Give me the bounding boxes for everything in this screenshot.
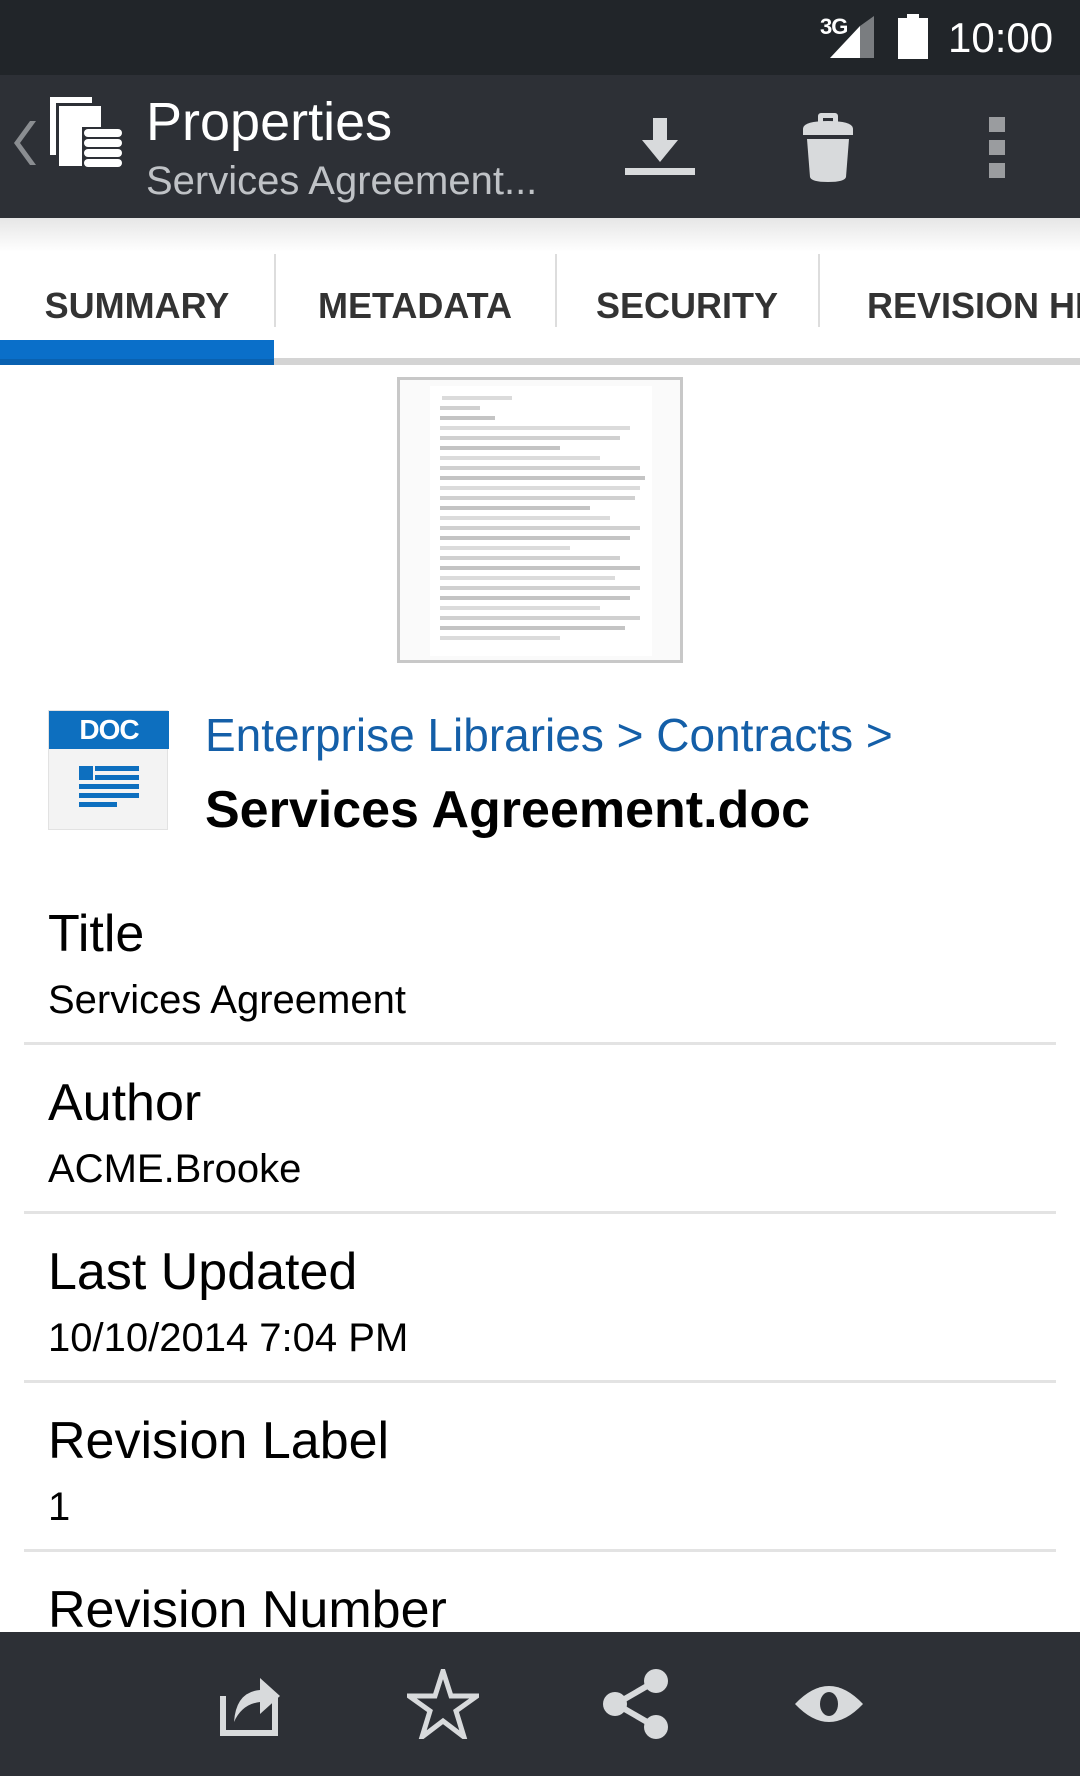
- clock: 10:00: [948, 14, 1054, 61]
- download-button[interactable]: [615, 103, 705, 193]
- thumbnail-text-line: [440, 616, 640, 620]
- properties-screen: 3G 10:00 Properties Services Agreement..…: [0, 0, 1080, 1776]
- thumbnail-text-line: [440, 456, 600, 460]
- tab-security[interactable]: SECURITY: [556, 254, 818, 358]
- document-filename: Services Agreement.doc: [205, 781, 811, 839]
- property-label: Author: [48, 1074, 202, 1132]
- tab-metadata[interactable]: METADATA: [275, 254, 555, 358]
- status-bar: 3G 10:00: [0, 0, 1080, 75]
- thumbnail-text-line: [440, 526, 640, 530]
- back-chevron-icon[interactable]: [10, 117, 36, 169]
- divider: [24, 1211, 1056, 1214]
- share-button[interactable]: [591, 1664, 681, 1744]
- eye-icon: [795, 1686, 863, 1722]
- doc-file-icon: DOC: [48, 710, 169, 830]
- breadcrumb: Enterprise Libraries > Contracts >: [205, 708, 893, 762]
- active-tab-indicator: [0, 340, 274, 365]
- thumbnail-text-line: [440, 516, 610, 520]
- thumbnail-text-line: [440, 506, 590, 510]
- thumbnail-text-line: [440, 596, 630, 600]
- delete-button[interactable]: [783, 103, 873, 193]
- thumbnail-text-line: [440, 486, 640, 490]
- thumbnail-text-line: [440, 556, 620, 560]
- thumbnail-text-line: [440, 496, 635, 500]
- property-value: Services Agreement: [48, 978, 406, 1022]
- thumbnail-text-line: [440, 476, 645, 480]
- divider: [24, 1549, 1056, 1552]
- breadcrumb-contracts[interactable]: Contracts: [656, 709, 853, 761]
- star-icon: [407, 1669, 479, 1739]
- thumbnail-page: [430, 386, 652, 656]
- thumbnail-text-line: [440, 566, 640, 570]
- open-in-button[interactable]: [205, 1664, 295, 1744]
- breadcrumb-enterprise-libraries[interactable]: Enterprise Libraries: [205, 709, 604, 761]
- tab-bar-shadow: [0, 218, 1080, 252]
- thumbnail-text-line: [440, 546, 570, 550]
- thumbnail-text-line: [440, 586, 640, 590]
- open-in-icon: [220, 1678, 280, 1736]
- divider: [24, 1380, 1056, 1383]
- bottom-action-bar: [0, 1632, 1080, 1776]
- thumbnail-text-line: [440, 626, 625, 630]
- breadcrumb-separator: >: [865, 709, 893, 761]
- thumbnail-text-line: [440, 436, 620, 440]
- thumbnail-text-line: [440, 636, 560, 640]
- thumbnail-text-line: [440, 536, 630, 540]
- trash-icon: [803, 113, 853, 182]
- divider: [24, 1042, 1056, 1045]
- thumbnail-text-line: [440, 406, 480, 410]
- breadcrumb-separator: >: [616, 709, 657, 761]
- property-label: Revision Number: [48, 1581, 447, 1639]
- tab-revision-history[interactable]: REVISION HISTORY: [819, 254, 1080, 358]
- tab-bar: SUMMARY METADATA SECURITY REVISION HISTO…: [0, 218, 1080, 365]
- battery-icon: [898, 14, 928, 59]
- app-bar-subtitle: Services Agreement...: [146, 159, 538, 203]
- thumbnail-text-line: [442, 396, 512, 400]
- file-type-badge: DOC: [49, 711, 169, 749]
- app-logo-icon[interactable]: [46, 93, 126, 173]
- property-label: Last Updated: [48, 1243, 358, 1301]
- favorite-button[interactable]: [398, 1664, 488, 1744]
- overflow-menu-icon: [989, 117, 1005, 178]
- thumbnail-text-line: [440, 426, 630, 430]
- thumbnail-text-line: [440, 446, 560, 450]
- thumbnail-text-line: [440, 416, 495, 420]
- download-icon: [625, 118, 695, 175]
- document-thumbnail[interactable]: [397, 377, 683, 663]
- share-icon: [603, 1669, 668, 1739]
- thumbnail-text-line: [440, 466, 640, 470]
- signal-icon: [830, 16, 874, 58]
- thumbnail-text-line: [440, 576, 615, 580]
- thumbnail-text-line: [440, 606, 600, 610]
- app-bar-title: Properties: [146, 92, 393, 152]
- property-label: Revision Label: [48, 1412, 390, 1470]
- text-lines-icon: [79, 766, 139, 807]
- property-label: Title: [48, 905, 145, 963]
- view-button[interactable]: [784, 1664, 874, 1744]
- property-value: ACME.Brooke: [48, 1147, 302, 1191]
- app-bar: Properties Services Agreement...: [0, 75, 1080, 218]
- overflow-menu-button[interactable]: [952, 103, 1042, 193]
- property-value: 10/10/2014 7:04 PM: [48, 1316, 409, 1360]
- property-value: 1: [48, 1485, 71, 1529]
